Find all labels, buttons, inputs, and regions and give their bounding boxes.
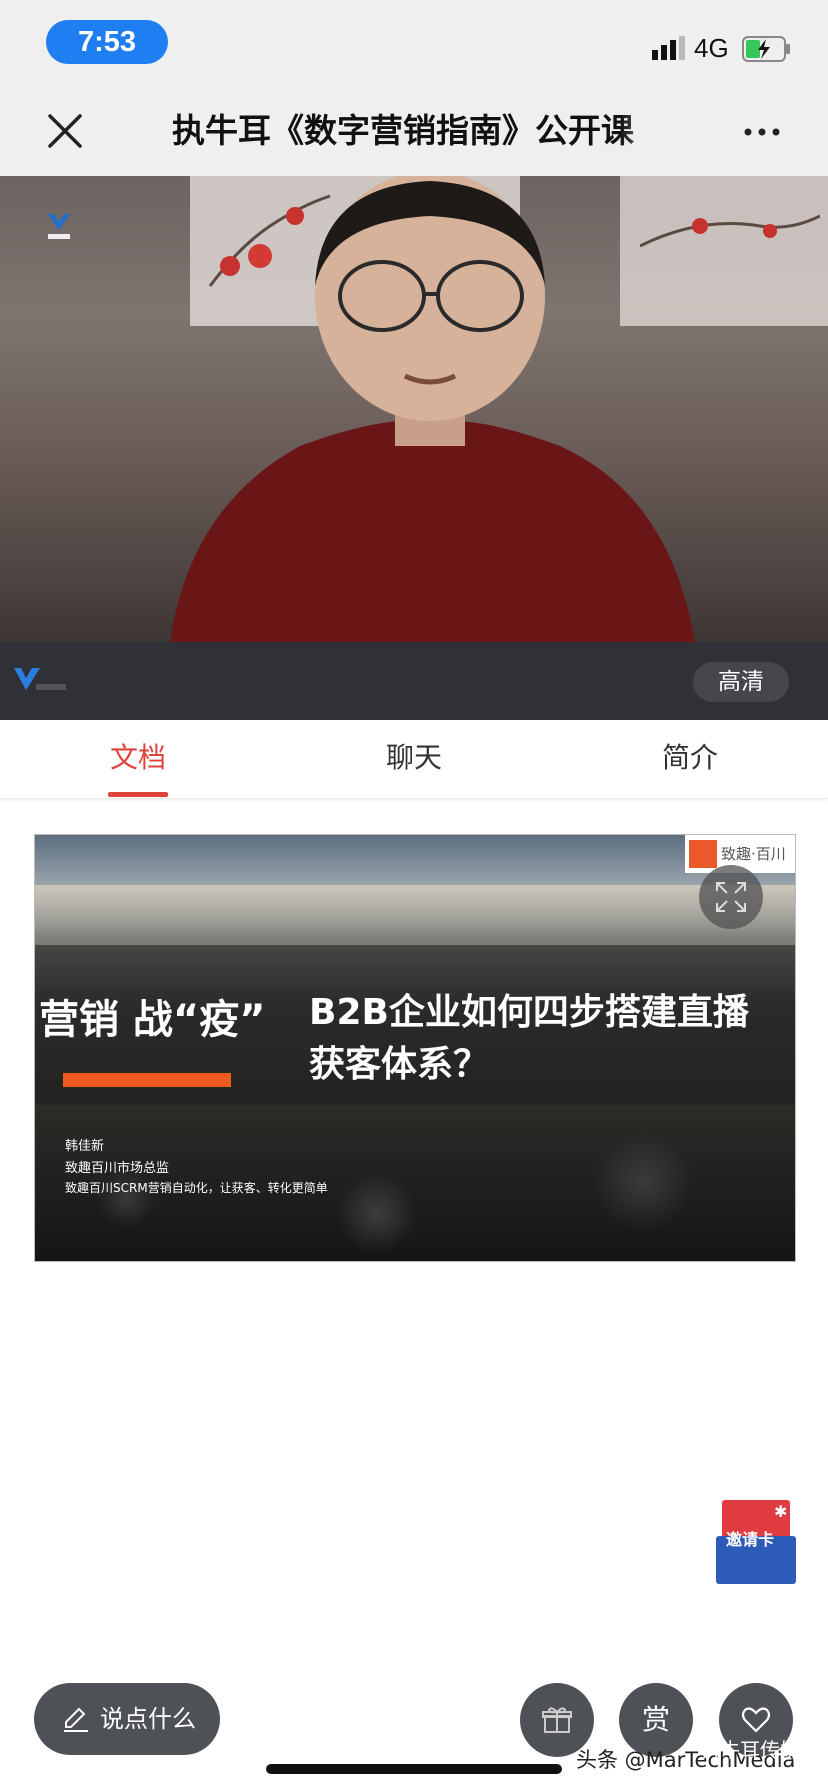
more-dots-icon[interactable]	[740, 110, 784, 154]
slide-title: B2B企业如何四步搭建直播	[309, 992, 749, 1033]
slide-accent-bar	[63, 1073, 231, 1087]
invite-card-label: 邀请卡	[726, 1530, 775, 1549]
battery-charging-icon	[742, 36, 790, 62]
gift-icon	[542, 1707, 572, 1733]
invite-card-button[interactable]: ✱ 邀请卡	[716, 1496, 796, 1584]
comment-placeholder: 说点什么	[100, 1705, 196, 1733]
live-video[interactable]	[0, 176, 828, 642]
slide-sky	[35, 885, 795, 935]
brand-logo-icon	[48, 214, 70, 239]
tab-chat[interactable]: 聊天	[334, 720, 494, 798]
slide-title-left: 营销 战“疫”	[39, 997, 266, 1043]
pencil-icon	[64, 1707, 88, 1732]
speaker-role: 致趣百川市场总监	[65, 1161, 170, 1176]
quality-button[interactable]: 高清	[693, 662, 789, 702]
page-title: 执牛耳《数字营销指南》公开课	[172, 111, 634, 150]
expand-icon	[716, 882, 746, 912]
tab-intro[interactable]: 简介	[610, 720, 770, 798]
brand-logo-icon	[14, 668, 66, 690]
signal-bars-icon	[652, 36, 685, 60]
network-label: 4G	[694, 33, 729, 63]
comment-input-button[interactable]: 说点什么	[34, 1683, 220, 1755]
speaker-slogan: 致趣百川SCRM营销自动化，让获客、转化更简单	[65, 1181, 328, 1195]
watermark-secondary: 执牛耳传媒	[700, 1738, 800, 1762]
title-fade	[620, 104, 680, 160]
nav-bar: 执牛耳《数字营销指南》公开课	[0, 90, 828, 176]
document-slide[interactable]: 致趣·百川 营销 战“疫” B2B企业如何四步搭建直播 获客体系？ 韩佳新 致趣…	[34, 834, 796, 1262]
home-indicator	[266, 1764, 562, 1774]
presenter	[170, 176, 695, 642]
video-controls: 高清	[0, 642, 828, 720]
status-bar: 7:53 4G	[0, 0, 828, 90]
slide-title: 获客体系？	[309, 1044, 490, 1085]
speaker-name: 韩佳新	[65, 1139, 105, 1154]
sparkle-icon: ✱	[774, 1502, 788, 1521]
tab-document[interactable]: 文档	[58, 720, 218, 798]
status-time: 7:53	[46, 20, 168, 64]
active-tab-indicator	[108, 792, 168, 797]
close-icon[interactable]	[44, 110, 86, 152]
slide-brand-name: 致趣·百川	[721, 845, 786, 863]
brand-mark-icon	[689, 840, 717, 868]
heart-icon	[741, 1707, 771, 1733]
tab-bar: 文档 聊天 简介	[0, 720, 828, 799]
fullscreen-button[interactable]	[699, 865, 763, 929]
